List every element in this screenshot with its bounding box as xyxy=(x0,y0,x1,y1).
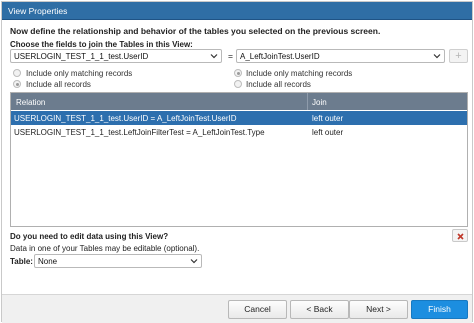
right-field-select[interactable]: A_LeftJoinTest.UserID xyxy=(236,49,445,63)
edit-question: Do you need to edit data using this View… xyxy=(10,232,169,241)
editable-table-select[interactable]: None xyxy=(34,254,202,268)
fields-label: Choose the fields to join the Tables in … xyxy=(10,40,193,49)
relation-cell: USERLOGIN_TEST_1_1_test.UserID = A_LeftJ… xyxy=(14,114,237,123)
cancel-button[interactable]: Cancel xyxy=(228,300,287,319)
left-include-matching-radio[interactable] xyxy=(13,69,21,77)
delete-relation-button[interactable] xyxy=(452,229,468,242)
chevron-down-icon xyxy=(210,52,218,60)
left-include-all-label: Include all records xyxy=(26,80,91,89)
relations-table: Relation Join USERLOGIN_TEST_1_1_test.Us… xyxy=(10,92,468,227)
left-include-matching-label: Include only matching records xyxy=(26,69,133,78)
next-button[interactable]: Next > xyxy=(349,300,408,319)
join-cell: left outer xyxy=(312,114,344,123)
left-field-value: USERLOGIN_TEST_1_1_test.UserID xyxy=(14,52,149,61)
close-icon xyxy=(457,233,464,240)
right-include-all-radio[interactable] xyxy=(234,80,242,88)
window-title: View Properties xyxy=(8,6,68,16)
add-relation-button[interactable]: + xyxy=(449,49,468,63)
join-operator: = xyxy=(228,51,233,61)
table-header: Relation Join xyxy=(11,93,467,110)
chevron-down-icon xyxy=(190,257,198,265)
view-properties-dialog: View Properties Now define the relations… xyxy=(1,1,473,323)
right-include-matching-label: Include only matching records xyxy=(246,69,353,78)
editable-table-value: None xyxy=(38,257,58,266)
right-field-value: A_LeftJoinTest.UserID xyxy=(240,52,320,61)
instructions-text: Now define the relationship and behavior… xyxy=(10,26,381,36)
table-row[interactable]: USERLOGIN_TEST_1_1_test.UserID = A_LeftJ… xyxy=(11,111,467,125)
title-bar: View Properties xyxy=(2,2,472,20)
relation-cell: USERLOGIN_TEST_1_1_test.LeftJoinFilterTe… xyxy=(14,128,265,137)
table-label: Table: xyxy=(10,257,33,266)
right-include-matching-radio[interactable] xyxy=(234,69,242,77)
back-button[interactable]: < Back xyxy=(290,300,349,319)
edit-note: Data in one of your Tables may be editab… xyxy=(10,244,200,253)
join-cell: left outer xyxy=(312,128,344,137)
column-header-relation[interactable]: Relation xyxy=(16,98,45,107)
column-divider xyxy=(307,93,308,110)
left-field-select[interactable]: USERLOGIN_TEST_1_1_test.UserID xyxy=(10,49,222,63)
chevron-down-icon xyxy=(433,52,441,60)
table-row[interactable]: USERLOGIN_TEST_1_1_test.LeftJoinFilterTe… xyxy=(11,125,467,139)
button-bar: Cancel < Back Next > Finish xyxy=(2,294,472,323)
column-header-join[interactable]: Join xyxy=(312,98,327,107)
right-include-all-label: Include all records xyxy=(246,80,311,89)
finish-button[interactable]: Finish xyxy=(411,300,468,319)
left-include-all-radio[interactable] xyxy=(13,80,21,88)
